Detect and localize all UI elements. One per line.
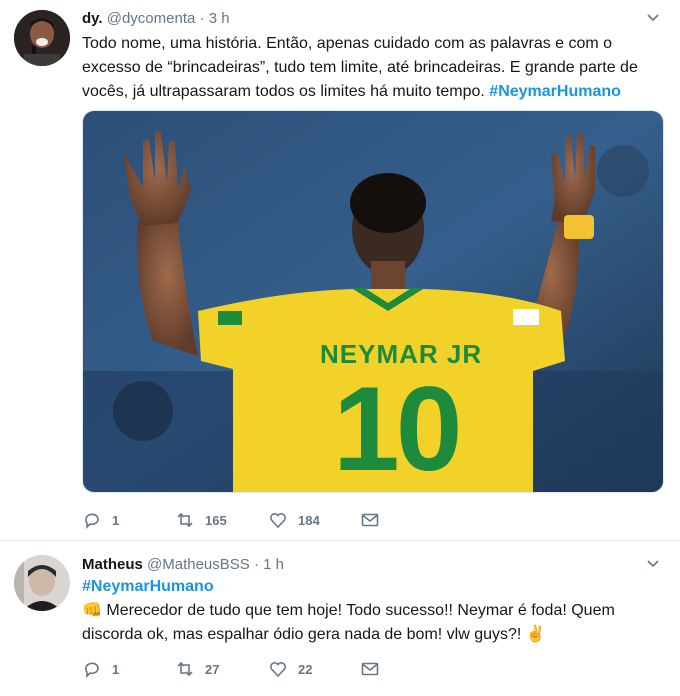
like-button[interactable]: 22 (268, 659, 312, 679)
direct-message-button[interactable] (360, 510, 390, 530)
tweet-text-segment: vocês, já ultrapassaram todos os limites… (82, 83, 485, 100)
tweet-actions: 1 27 22 (82, 659, 502, 679)
user-handle[interactable]: @dycomenta (107, 10, 196, 27)
jersey-number: 10 (333, 362, 462, 493)
reply-count: 1 (112, 512, 120, 528)
like-button[interactable]: 184 (268, 510, 320, 530)
tweet-text-segment: Merecedor de tudo que tem hoje! Todo suc… (106, 602, 615, 619)
tweet[interactable]: dy. @dycomenta · 3 h Todo nome, uma hist… (0, 0, 680, 541)
hashtag-link[interactable]: #NeymarHumano (82, 578, 214, 595)
display-name[interactable]: dy. (82, 10, 103, 27)
timestamp[interactable]: 3 h (209, 10, 230, 27)
like-icon (270, 513, 286, 529)
tweet-text-line: #NeymarHumano (82, 575, 657, 599)
avatar[interactable] (14, 10, 70, 66)
retweet-button[interactable]: 27 (175, 659, 219, 679)
retweet-count: 165 (205, 512, 227, 528)
reply-icon (85, 513, 99, 529)
chevron-down-icon[interactable] (646, 11, 660, 25)
reply-button[interactable]: 1 (82, 659, 119, 679)
hashtag-link[interactable]: #NeymarHumano (489, 83, 621, 100)
separator: · (253, 556, 259, 573)
separator: · (199, 10, 205, 27)
retweet-count: 27 (205, 661, 220, 677)
tweet-text-line: Todo nome, uma história. Então, apenas c… (82, 35, 613, 52)
tweet-actions: 1 165 184 (82, 510, 502, 530)
message-icon (361, 513, 379, 527)
emoji-fist: 👊 (82, 602, 102, 619)
tweet-text-line: discorda ok, mas espalhar ódio gera nada… (82, 623, 657, 647)
tweet-text: #NeymarHumano 👊 Merecedor de tudo que te… (82, 575, 657, 647)
reply-button[interactable]: 1 (82, 510, 119, 530)
retweet-icon (177, 661, 193, 677)
retweet-icon (177, 512, 193, 528)
tweet-text-line: vocês, já ultrapassaram todos os limites… (82, 80, 657, 104)
display-name[interactable]: Matheus (82, 556, 143, 573)
user-handle[interactable]: @MatheusBSS (147, 556, 250, 573)
tweet-text: Todo nome, uma história. Então, apenas c… (82, 32, 657, 104)
chevron-down-icon[interactable] (646, 557, 660, 571)
tweet-header: Matheus @MatheusBSS · 1 h (82, 555, 284, 575)
reply-count: 1 (112, 661, 120, 677)
tweet-photo[interactable]: NEYMAR JR 10 (82, 110, 664, 493)
tweet-text-line: excesso de “brincadeiras”, tudo tem limi… (82, 59, 638, 76)
like-count: 184 (298, 512, 320, 528)
reply-icon (85, 662, 99, 678)
like-icon (270, 662, 286, 678)
like-count: 22 (298, 661, 313, 677)
avatar[interactable] (14, 555, 70, 611)
tweet-text-segment: discorda ok, mas espalhar ódio gera nada… (82, 626, 522, 643)
tweet-text-line: 👊 Merecedor de tudo que tem hoje! Todo s… (82, 599, 657, 623)
timeline: dy. @dycomenta · 3 h Todo nome, uma hist… (0, 0, 680, 696)
message-icon (361, 662, 379, 676)
emoji-victory: ✌ (525, 626, 546, 643)
timestamp[interactable]: 1 h (263, 556, 284, 573)
tweet-header: dy. @dycomenta · 3 h (82, 9, 230, 29)
direct-message-button[interactable] (360, 659, 390, 679)
retweet-button[interactable]: 165 (175, 510, 227, 530)
